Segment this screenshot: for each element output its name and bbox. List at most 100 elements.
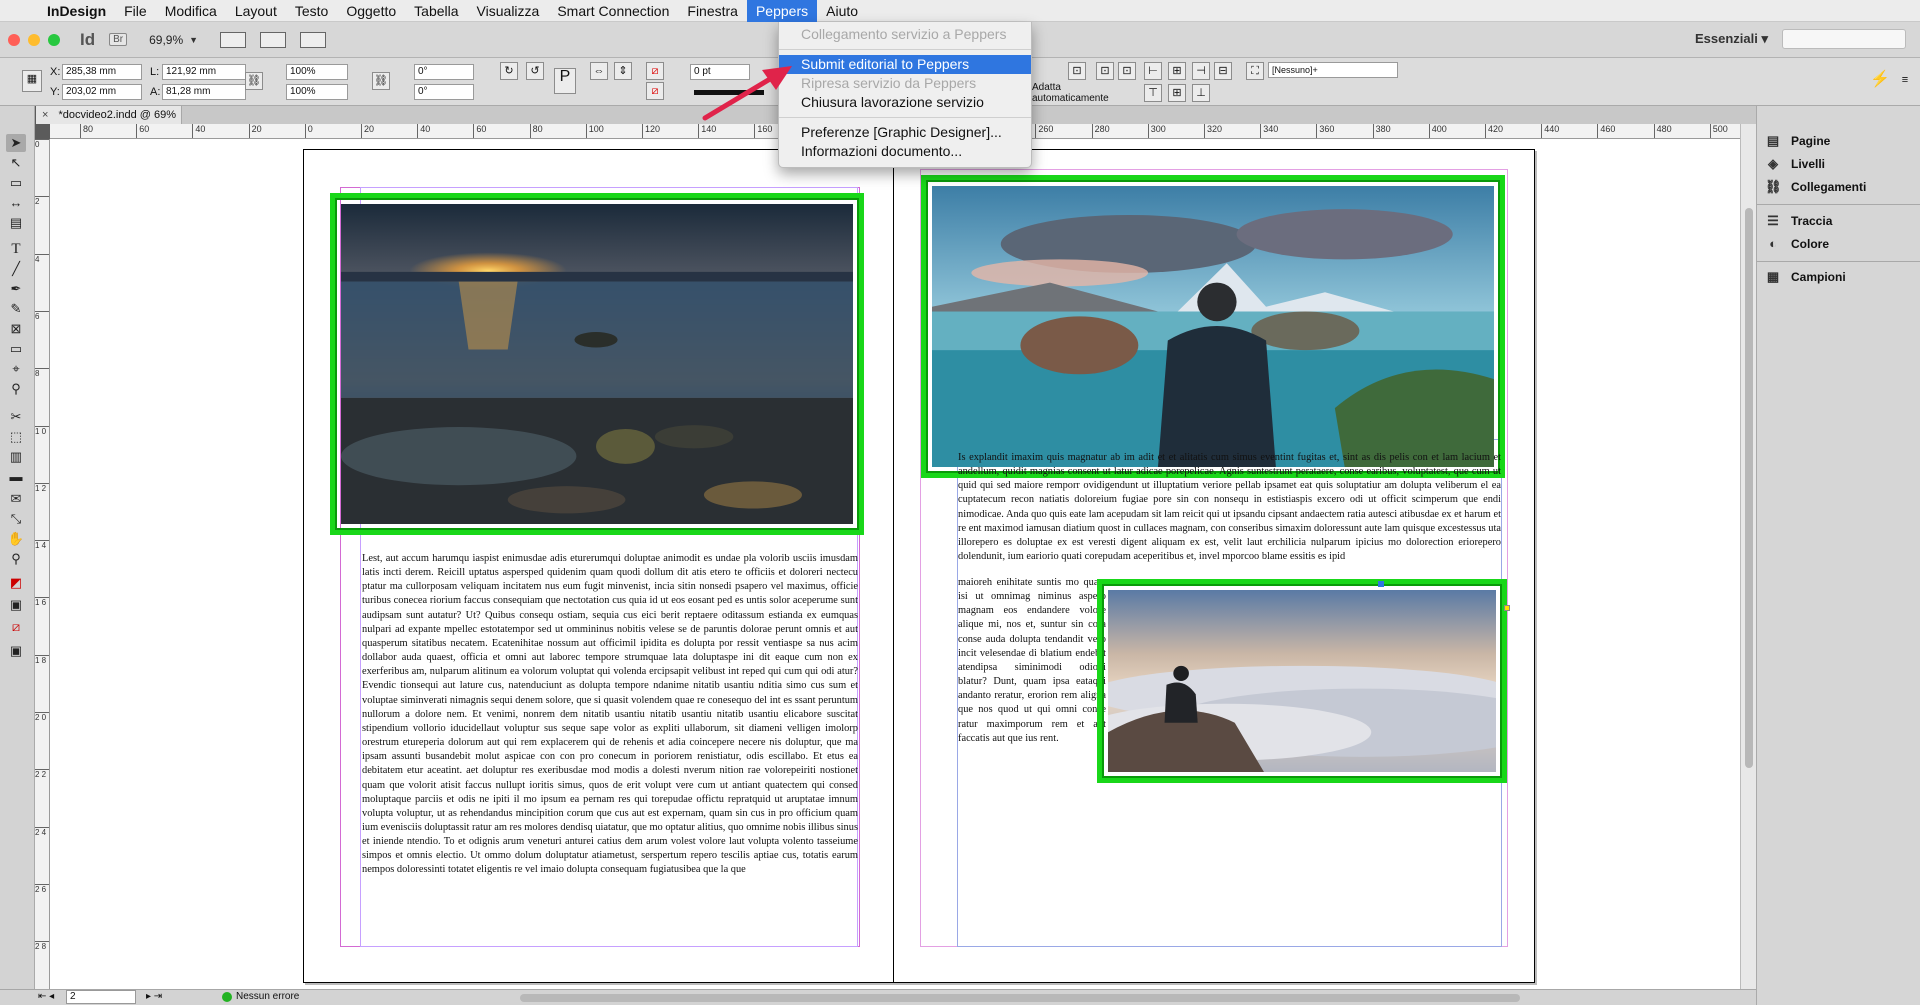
flip-horizontal-icon[interactable]: ⇔: [590, 62, 608, 80]
rotation-field[interactable]: 0°: [400, 64, 474, 80]
close-icon[interactable]: ×: [42, 109, 48, 121]
align-middle-icon[interactable]: ⊞: [1168, 84, 1186, 102]
align-right-icon[interactable]: ⊣: [1192, 62, 1210, 80]
lightning-icon[interactable]: ⚡: [1870, 72, 1890, 90]
stroke-none-icon[interactable]: ⧄: [646, 82, 664, 100]
height-field[interactable]: A: 81,28 mm: [150, 84, 246, 100]
screen-mode-icon[interactable]: [260, 31, 287, 48]
close-window-button[interactable]: [8, 33, 20, 46]
page-tool-icon[interactable]: ▭: [6, 174, 26, 192]
panel-livelli[interactable]: ◈ Livelli: [1765, 153, 1825, 175]
menu-modifica[interactable]: Modifica: [156, 0, 226, 22]
reference-point-icon[interactable]: ▦: [22, 70, 42, 92]
gradient-swatch-tool-icon[interactable]: ▥: [6, 448, 26, 466]
y-position-field[interactable]: Y: 203,02 mm: [50, 84, 142, 100]
bridge-button[interactable]: Br: [109, 33, 128, 46]
fill-none-icon[interactable]: ⧄: [646, 62, 664, 80]
menu-testo[interactable]: Testo: [286, 0, 337, 22]
body-text-right-top[interactable]: Is explandit imaxim quis magnatur ab im …: [958, 451, 1501, 567]
vertical-scrollbar[interactable]: [1740, 124, 1756, 989]
rotate-ccw-icon[interactable]: ↺: [526, 62, 544, 80]
content-collector-icon[interactable]: ▤: [6, 214, 26, 232]
menu-item-chiusura-lavorazione-servizio[interactable]: Chiusura lavorazione servizio: [779, 93, 1031, 112]
menu-smart-connection[interactable]: Smart Connection: [548, 0, 678, 22]
eyedropper-tool-icon[interactable]: ⌖: [6, 360, 26, 378]
distribute-icon[interactable]: ⊟: [1214, 62, 1232, 80]
scissors-tool-icon[interactable]: ✂: [6, 408, 26, 426]
panel-pagine[interactable]: ▤ Pagine: [1765, 130, 1831, 152]
align-center-icon[interactable]: ⊞: [1168, 62, 1186, 80]
rectangle-frame-tool-icon[interactable]: ⊠: [6, 320, 26, 338]
selection-tool-icon[interactable]: ➤: [6, 134, 26, 152]
stroke-weight-field[interactable]: 0 pt: [690, 64, 750, 80]
fit-frame-icon[interactable]: ⊡: [1096, 62, 1114, 80]
constrain-proportions-icon[interactable]: ⛓: [245, 72, 263, 90]
selection-handle[interactable]: [1378, 581, 1384, 587]
gap-tool-icon[interactable]: ↔: [6, 194, 26, 212]
menu-item-submit-editorial-to-peppers[interactable]: Submit editorial to Peppers: [779, 55, 1031, 74]
object-style-select[interactable]: [Nessuno]+: [1268, 62, 1398, 78]
zoom-tool-icon[interactable]: ⚲: [6, 550, 26, 568]
preflight-status[interactable]: Nessun errore: [236, 991, 299, 1002]
panel-campioni[interactable]: ▦ Campioni: [1765, 266, 1846, 288]
frame-edit-handle[interactable]: [1504, 605, 1510, 611]
pencil-tool-icon[interactable]: ✎: [6, 300, 26, 318]
measure-tool-icon[interactable]: ⤡: [6, 510, 26, 528]
scale-x-field[interactable]: 100%: [272, 64, 348, 80]
vertical-ruler[interactable]: 0 2 4 6 8 1 0 1 2 1 4 1 6 1 8 2 0 2 2 2 4 2 6 2 8: [35, 139, 50, 989]
panel-traccia[interactable]: ☰ Traccia: [1765, 210, 1832, 232]
body-text-left[interactable]: Lest, aut accum harumqu iaspist enimusda…: [362, 552, 858, 946]
panel-menu-icon[interactable]: ≡: [1896, 72, 1914, 90]
arrange-documents-icon[interactable]: [300, 31, 327, 48]
fill-stroke-swatch-icon[interactable]: ◩: [6, 574, 26, 592]
zoom-level-field[interactable]: 69,9%: [149, 33, 183, 47]
stroke-type-swatch[interactable]: [694, 90, 764, 95]
first-page-icon[interactable]: ⇤ ◂: [38, 991, 54, 1002]
menu-app[interactable]: InDesign: [38, 0, 115, 22]
path-type-icon[interactable]: P: [554, 68, 576, 94]
image-frame-sunset[interactable]: [330, 193, 864, 535]
view-options-icon[interactable]: [220, 31, 247, 48]
menu-tabella[interactable]: Tabella: [405, 0, 467, 22]
rotate-cw-icon[interactable]: ↻: [500, 62, 518, 80]
menu-item-preferenze-graphic-designer[interactable]: Preferenze [Graphic Designer]...: [779, 123, 1031, 142]
pen-tool-icon[interactable]: ✒: [6, 280, 26, 298]
menu-finestra[interactable]: Finestra: [678, 0, 747, 22]
type-tool-icon[interactable]: T: [6, 240, 26, 258]
align-bottom-icon[interactable]: ⊥: [1192, 84, 1210, 102]
width-field[interactable]: L: 121,92 mm: [150, 64, 246, 80]
workspace-switcher[interactable]: Essenziali ▾: [1695, 31, 1768, 47]
constrain-scale-icon[interactable]: ⛓: [372, 72, 390, 90]
gradient-feather-tool-icon[interactable]: ▬: [6, 468, 26, 486]
direct-selection-tool-icon[interactable]: ↖: [6, 154, 26, 172]
panel-collegamenti[interactable]: ⛓ Collegamenti: [1765, 176, 1866, 198]
apply-none-icon[interactable]: ⧄: [6, 618, 26, 636]
free-transform-tool-icon[interactable]: ⬚: [6, 428, 26, 446]
body-text-right-bottom[interactable]: maioreh enihitate suntis mo quate isi ut…: [958, 576, 1106, 766]
minimize-window-button[interactable]: [28, 33, 40, 46]
zoom-window-button[interactable]: [48, 33, 60, 46]
align-top-icon[interactable]: ⊤: [1144, 84, 1162, 102]
document-canvas[interactable]: Lest, aut accum harumqu iaspist enimusda…: [50, 139, 1740, 989]
formatting-container-icon[interactable]: ▣: [6, 596, 26, 614]
align-left-icon[interactable]: ⊢: [1144, 62, 1162, 80]
image-frame-clouds[interactable]: [1097, 579, 1507, 783]
fit-content-icon[interactable]: ⊡: [1068, 62, 1086, 80]
document-tab[interactable]: × *docvideo2.indd @ 69%: [36, 106, 182, 124]
panel-colore[interactable]: ◐ Colore: [1765, 233, 1829, 255]
horizontal-scrollbar[interactable]: [520, 994, 1520, 1002]
note-tool-icon[interactable]: ✉: [6, 490, 26, 508]
next-page-icon[interactable]: ▸ ⇥: [146, 991, 162, 1002]
menu-file[interactable]: File: [115, 0, 156, 22]
menu-oggetto[interactable]: Oggetto: [337, 0, 405, 22]
image-frame-mountain-lake[interactable]: [921, 175, 1505, 478]
line-tool-icon[interactable]: ╱: [6, 260, 26, 278]
menu-visualizza[interactable]: Visualizza: [468, 0, 549, 22]
object-style-icon[interactable]: ⛶: [1246, 62, 1264, 80]
scale-y-field[interactable]: 100%: [272, 84, 348, 100]
select-container-icon[interactable]: ⇕: [614, 62, 632, 80]
hand-tool-icon[interactable]: ✋: [6, 530, 26, 548]
x-position-field[interactable]: X: 285,38 mm: [50, 64, 142, 80]
rectangle-tool-icon[interactable]: ▭: [6, 340, 26, 358]
center-content-icon[interactable]: ⊡: [1118, 62, 1136, 80]
